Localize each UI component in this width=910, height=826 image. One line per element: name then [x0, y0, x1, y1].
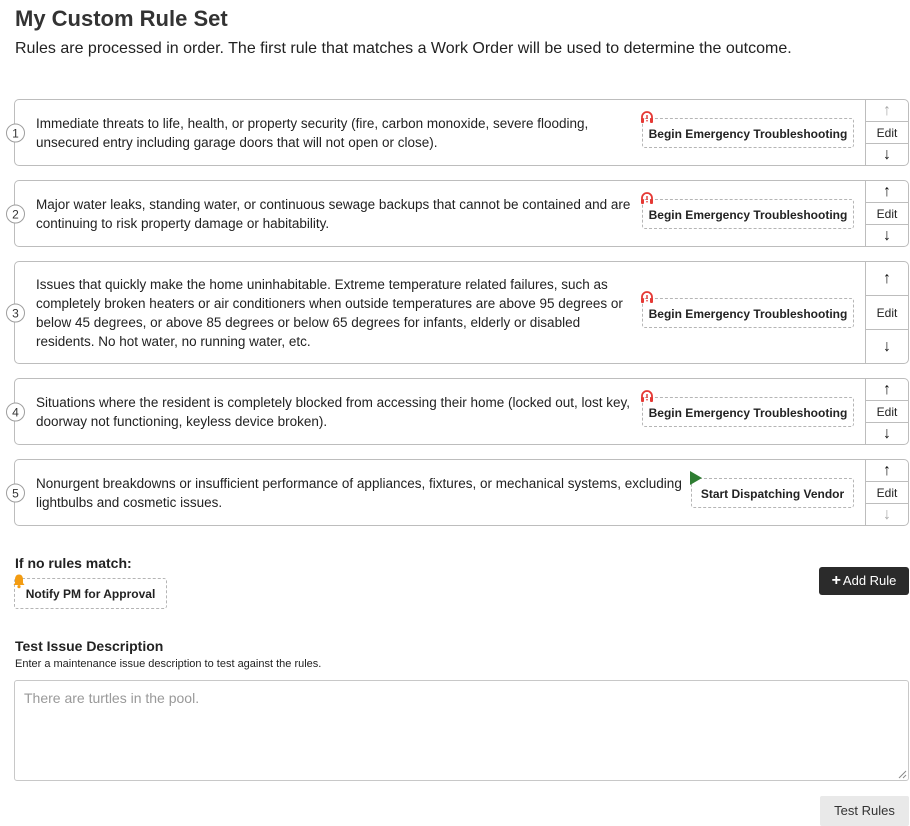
rule-controls: ↑ Edit ↓	[865, 460, 908, 525]
rule-action-label: Start Dispatching Vendor	[700, 486, 845, 501]
emergency-headset-icon	[641, 290, 653, 303]
rule-action-button[interactable]: Begin Emergency Troubleshooting	[641, 110, 854, 148]
rule-card: 1 Immediate threats to life, health, or …	[6, 99, 909, 166]
arrow-up-icon: ↑	[883, 461, 891, 479]
move-up-button[interactable]: ↑	[866, 181, 908, 202]
rule-text: Situations where the resident is complet…	[36, 394, 631, 429]
rule-number: 5	[6, 483, 25, 502]
move-up-button[interactable]: ↑	[866, 100, 908, 121]
edit-button[interactable]: Edit	[866, 121, 908, 144]
rule-number: 4	[6, 402, 25, 421]
move-down-button[interactable]: ↓	[866, 423, 908, 444]
rule-card: 4 Situations where the resident is compl…	[6, 378, 909, 445]
arrow-down-icon: ↓	[883, 505, 891, 523]
rule-action-label: Begin Emergency Troubleshooting	[648, 207, 848, 222]
rule-text: Issues that quickly make the home uninha…	[36, 276, 623, 349]
no-match-action-button[interactable]: Notify PM for Approval	[13, 574, 167, 609]
edit-button[interactable]: Edit	[866, 295, 908, 330]
rule-card: 3 Issues that quickly make the home unin…	[6, 261, 909, 364]
rule-number: 2	[6, 204, 25, 223]
rule-action-label: Begin Emergency Troubleshooting	[648, 306, 848, 321]
arrow-down-icon: ↓	[883, 337, 891, 355]
emergency-headset-icon	[641, 191, 653, 204]
no-match-action-label: Notify PM for Approval	[25, 587, 156, 601]
rule-text: Nonurgent breakdowns or insufficient per…	[36, 475, 682, 510]
test-rules-button[interactable]: Test Rules	[820, 796, 909, 826]
rule-number: 3	[6, 303, 25, 322]
arrow-down-icon: ↓	[883, 226, 891, 244]
plus-icon: +	[831, 572, 841, 589]
rule-number: 1	[6, 123, 25, 142]
play-icon	[690, 470, 702, 485]
test-issue-input[interactable]	[14, 680, 909, 781]
arrow-up-icon: ↑	[883, 101, 891, 119]
move-up-button[interactable]: ↑	[866, 262, 908, 295]
rule-action-label: Begin Emergency Troubleshooting	[648, 126, 848, 141]
move-up-button[interactable]: ↑	[866, 460, 908, 481]
move-down-button[interactable]: ↓	[866, 225, 908, 246]
emergency-headset-icon	[641, 389, 653, 402]
add-rule-label: Add Rule	[842, 573, 897, 588]
bell-icon	[13, 574, 25, 589]
arrow-down-icon: ↓	[883, 145, 891, 163]
move-down-button[interactable]: ↓	[866, 144, 908, 165]
rule-list: 1 Immediate threats to life, health, or …	[6, 99, 909, 540]
edit-button[interactable]: Edit	[866, 202, 908, 225]
test-issue-help: Enter a maintenance issue description to…	[15, 658, 322, 670]
move-up-button[interactable]: ↑	[866, 379, 908, 400]
rule-text: Major water leaks, standing water, or co…	[36, 196, 631, 231]
edit-button[interactable]: Edit	[866, 481, 908, 504]
no-match-label: If no rules match:	[15, 555, 132, 571]
rule-card: 2 Major water leaks, standing water, or …	[6, 180, 909, 247]
rule-action-button[interactable]: Begin Emergency Troubleshooting	[641, 389, 854, 427]
rule-action-button[interactable]: Begin Emergency Troubleshooting	[641, 290, 854, 328]
add-rule-button[interactable]: + Add Rule	[819, 567, 909, 595]
rule-controls: ↑ Edit ↓	[865, 181, 908, 246]
emergency-headset-icon	[641, 110, 653, 123]
rule-controls: ↑ Edit ↓	[865, 100, 908, 165]
arrow-up-icon: ↑	[883, 269, 891, 287]
resize-grip-icon[interactable]	[898, 770, 907, 779]
arrow-up-icon: ↑	[883, 182, 891, 200]
page-title: My Custom Rule Set	[15, 6, 228, 31]
arrow-up-icon: ↑	[883, 380, 891, 398]
arrow-down-icon: ↓	[883, 424, 891, 442]
rule-action-label: Begin Emergency Troubleshooting	[648, 405, 848, 420]
rule-controls: ↑ Edit ↓	[865, 379, 908, 444]
rule-action-button[interactable]: Start Dispatching Vendor	[690, 470, 854, 508]
test-issue-label: Test Issue Description	[15, 638, 164, 654]
edit-button[interactable]: Edit	[866, 400, 908, 423]
rule-action-button[interactable]: Begin Emergency Troubleshooting	[641, 191, 854, 229]
move-down-button[interactable]: ↓	[866, 330, 908, 363]
page-subtitle: Rules are processed in order. The first …	[15, 40, 792, 57]
rule-controls: ↑ Edit ↓	[865, 262, 908, 363]
move-down-button[interactable]: ↓	[866, 504, 908, 525]
rule-card: 5 Nonurgent breakdowns or insufficient p…	[6, 459, 909, 526]
rule-text: Immediate threats to life, health, or pr…	[36, 115, 589, 150]
